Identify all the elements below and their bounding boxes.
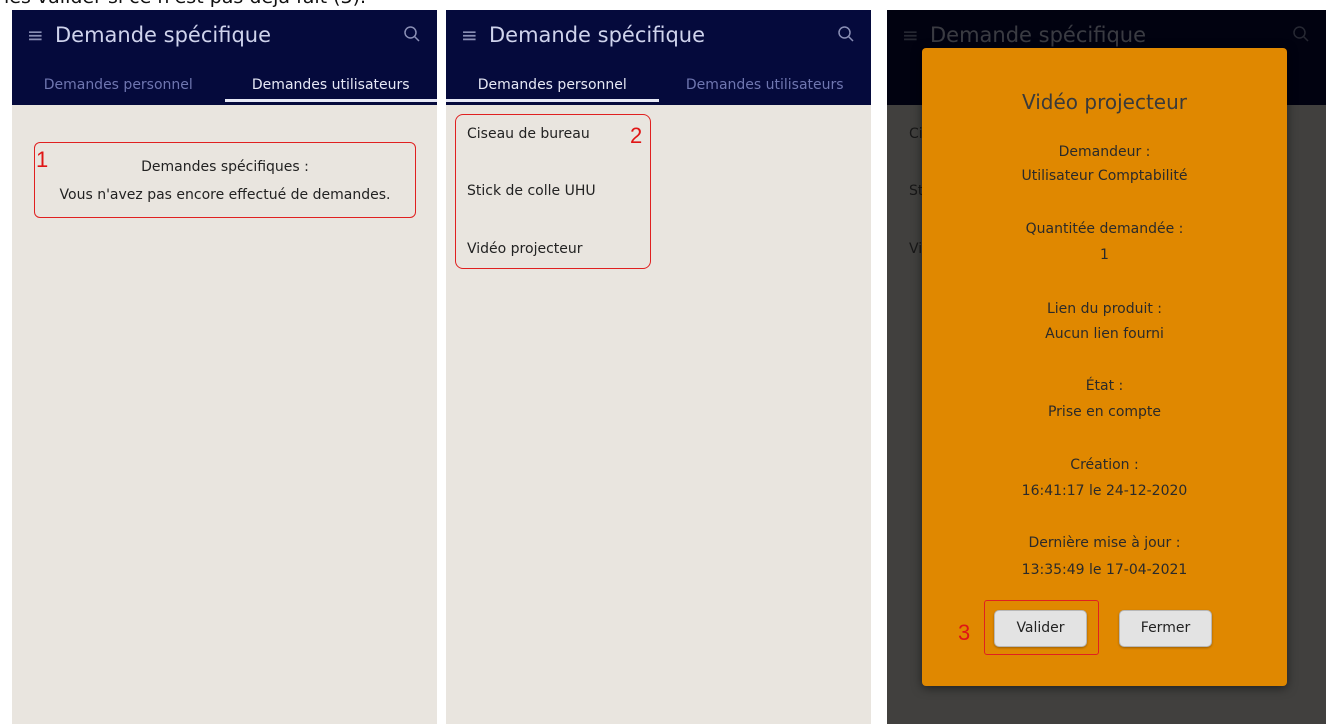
- close-button[interactable]: Fermer: [1119, 610, 1212, 647]
- caption-text: les valider si ce n'est pas déjà fait (3…: [4, 0, 1304, 10]
- field-label: Création :: [1070, 457, 1139, 473]
- hamburger-menu-icon[interactable]: ≡: [461, 22, 479, 48]
- tab-label: Demandes personnel: [477, 77, 627, 93]
- tab-user-requests[interactable]: Demandes utilisateurs: [659, 72, 872, 102]
- list-item[interactable]: Ciseau de bureau: [467, 126, 590, 142]
- dialog-title: Vidéo projecteur: [1021, 90, 1187, 114]
- tab-user-requests[interactable]: Demandes utilisateurs: [224, 72, 437, 102]
- field-label: Lien du produit :: [1046, 301, 1163, 317]
- field-label: Quantitée demandée :: [1025, 221, 1184, 237]
- screen-personal-requests: ≡ Demande spécifique Demandes personnel …: [12, 10, 437, 724]
- search-icon[interactable]: [837, 25, 855, 43]
- tab-indicator: [12, 99, 225, 102]
- field-value: Aucun lien fourni: [1045, 326, 1164, 342]
- request-detail-dialog: Vidéo projecteur Demandeur : Utilisateur…: [922, 48, 1287, 686]
- app-title: Demande spécifique: [55, 23, 272, 47]
- field-label: Dernière mise à jour :: [1028, 535, 1181, 551]
- empty-message-box: Demandes spécifiques : Vous n'avez pas e…: [34, 142, 416, 218]
- app-bar: ≡ Demande spécifique Demandes personnel …: [446, 10, 871, 105]
- tab-indicator: [446, 99, 659, 102]
- tab-label: Demandes utilisateurs: [685, 77, 844, 93]
- validate-button[interactable]: Valider: [994, 610, 1087, 647]
- field-label: Demandeur :: [1058, 144, 1151, 160]
- tab-indicator: [224, 99, 437, 102]
- empty-message-text: Vous n'avez pas encore effectué de deman…: [59, 187, 391, 203]
- list-item[interactable]: Stick de colle UHU: [467, 183, 596, 199]
- tab-personal-requests[interactable]: Demandes personnel: [446, 72, 659, 102]
- tab-label: Demandes utilisateurs: [251, 77, 410, 93]
- empty-message-title: Demandes spécifiques :: [141, 159, 309, 175]
- field-value: Utilisateur Comptabilité: [1021, 168, 1188, 184]
- annotation-marker-3: 3: [958, 620, 971, 645]
- app-title: Demande spécifique: [489, 23, 706, 47]
- annotation-marker-1: 1: [36, 147, 49, 172]
- tab-label: Demandes personnel: [43, 77, 193, 93]
- search-icon[interactable]: [403, 25, 421, 43]
- field-value: Prise en compte: [1047, 404, 1162, 420]
- tab-personal-requests[interactable]: Demandes personnel: [12, 72, 225, 102]
- app-bar: ≡ Demande spécifique Demandes personnel …: [12, 10, 437, 105]
- screen-user-requests: ≡ Demande spécifique Demandes personnel …: [446, 10, 871, 724]
- field-value: 1: [1100, 247, 1109, 263]
- field-value: 16:41:17 le 24-12-2020: [1021, 483, 1188, 499]
- field-label: État :: [1085, 378, 1124, 394]
- list-item[interactable]: Vidéo projecteur: [467, 241, 583, 257]
- annotation-marker-2: 2: [630, 123, 643, 148]
- screen-request-detail: ≡ Demande spécifique Ci St Vi Vidéo proj…: [887, 10, 1326, 724]
- hamburger-menu-icon[interactable]: ≡: [27, 22, 45, 48]
- field-value: 13:35:49 le 17-04-2021: [1021, 562, 1188, 578]
- tab-indicator: [659, 99, 872, 102]
